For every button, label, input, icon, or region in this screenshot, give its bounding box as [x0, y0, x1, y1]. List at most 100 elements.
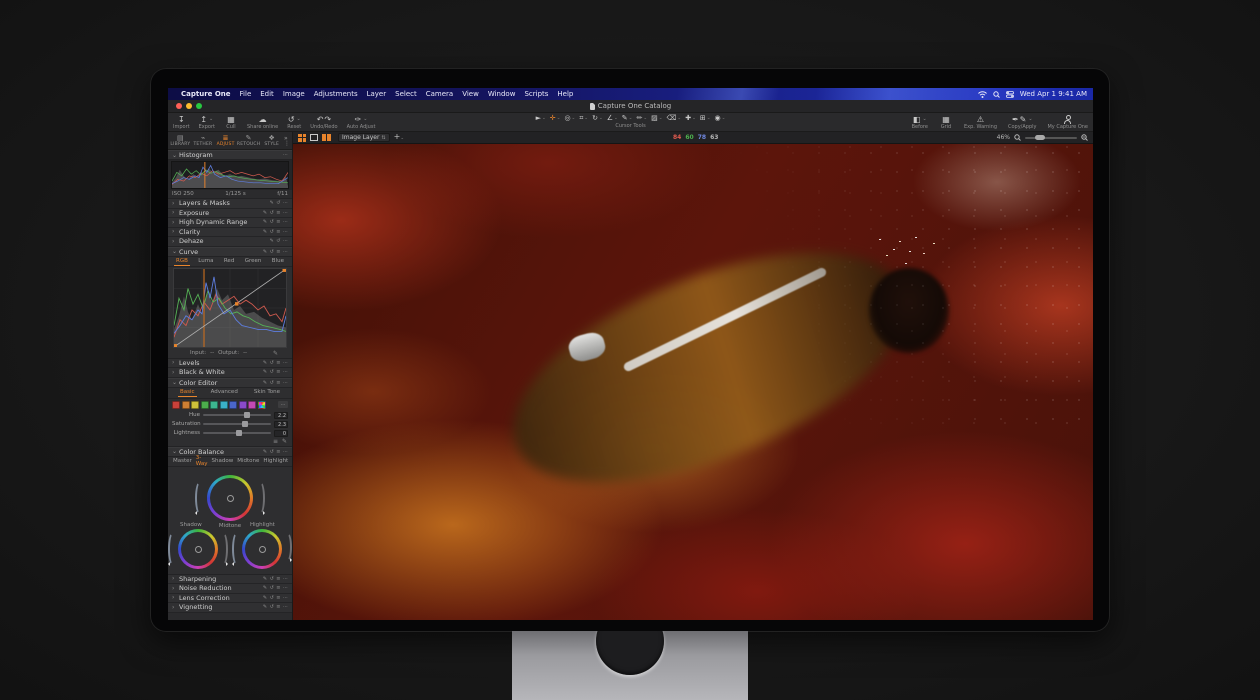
- brush-icon[interactable]: ✎: [263, 360, 267, 366]
- preset-icon[interactable]: ≡: [276, 369, 280, 375]
- pan-tool[interactable]: ✛⌄: [550, 114, 561, 123]
- shadow-color-wheel[interactable]: [178, 529, 218, 569]
- auto-adjust-button[interactable]: ✑⌄ Auto Adjust: [346, 114, 377, 131]
- highlight-lightness-arc[interactable]: [282, 532, 292, 562]
- reset-icon[interactable]: ↺: [276, 200, 280, 206]
- swatch-more-button[interactable]: …: [278, 401, 288, 408]
- brush-icon[interactable]: ✎: [263, 604, 267, 610]
- swatch-cyan[interactable]: [220, 401, 228, 409]
- more-icon[interactable]: ⋯: [283, 380, 288, 386]
- more-icon[interactable]: ⋯: [283, 585, 288, 591]
- reset-icon[interactable]: ↺: [270, 380, 274, 386]
- preset-icon[interactable]: ≡: [276, 449, 280, 455]
- midtone-color-wheel[interactable]: [207, 475, 253, 521]
- rotate-tool[interactable]: ↻⌄: [592, 114, 603, 123]
- curve-tab-red[interactable]: Red: [222, 257, 236, 266]
- export-button[interactable]: ↥⌄ Export: [198, 114, 216, 131]
- panel-color-balance-header[interactable]: ⌄ Color Balance ✎↺≡⋯: [168, 447, 292, 457]
- reset-button[interactable]: ↺⌄ Reset: [286, 114, 302, 131]
- more-icon[interactable]: ⋯: [283, 369, 288, 375]
- panel-clarity[interactable]: › Clarity ✎↺≡⋯: [168, 228, 292, 238]
- preset-icon[interactable]: ≡: [276, 229, 280, 235]
- brush-icon[interactable]: ✎: [263, 585, 267, 591]
- draw-mask-tool[interactable]: ✏⌄: [636, 114, 647, 123]
- menu-edit[interactable]: Edit: [260, 90, 274, 98]
- panel-curve-header[interactable]: ⌄ Curve ✎↺≡⋯: [168, 247, 292, 257]
- preset-icon[interactable]: ≡: [276, 585, 280, 591]
- swatch-purple[interactable]: [239, 401, 247, 409]
- more-icon[interactable]: ⋯: [283, 249, 288, 255]
- panel-vignetting[interactable]: › Vignetting ✎↺≡⋯: [168, 603, 292, 613]
- tab-adjust[interactable]: ≣ADJUST: [214, 132, 237, 149]
- more-icon[interactable]: ⋯: [283, 238, 288, 244]
- more-icon[interactable]: ⋯: [283, 449, 288, 455]
- curve-tab-rgb[interactable]: RGB: [174, 257, 190, 266]
- menu-window[interactable]: Window: [488, 90, 516, 98]
- brush-icon[interactable]: ✎: [263, 369, 267, 375]
- curve-tab-green[interactable]: Green: [243, 257, 264, 266]
- menu-capture-one[interactable]: Capture One: [181, 90, 231, 98]
- brush-icon[interactable]: ✎: [263, 229, 267, 235]
- panel-layers-masks[interactable]: › Layers & Masks ✎↺⋯: [168, 199, 292, 209]
- preset-icon[interactable]: ≡: [276, 360, 280, 366]
- midtone-saturation-arc[interactable]: [195, 481, 205, 515]
- select-tool[interactable]: ►⌄: [536, 114, 546, 123]
- brush-icon[interactable]: ✎: [270, 238, 274, 244]
- grid-button[interactable]: ▦ Grid: [938, 114, 954, 131]
- control-center-icon[interactable]: [1006, 91, 1014, 98]
- hue-value[interactable]: 2.2: [274, 412, 288, 419]
- reset-icon[interactable]: ↺: [270, 229, 274, 235]
- search-icon[interactable]: [993, 91, 1000, 98]
- reset-icon[interactable]: ↺: [270, 360, 274, 366]
- cb-tab-master[interactable]: Master: [171, 457, 194, 466]
- midtone-lightness-arc[interactable]: [255, 481, 265, 515]
- brush-icon[interactable]: ✎: [263, 219, 267, 225]
- close-window-button[interactable]: [176, 103, 182, 109]
- straighten-tool[interactable]: ∠⌄: [607, 114, 618, 123]
- preset-icon[interactable]: ≡: [276, 219, 280, 225]
- my-capture-one-button[interactable]: My Capture One: [1046, 114, 1089, 131]
- swatch-red[interactable]: [172, 401, 180, 409]
- preset-icon[interactable]: ≡: [276, 576, 280, 582]
- menu-select[interactable]: Select: [395, 90, 417, 98]
- menu-file[interactable]: File: [240, 90, 252, 98]
- panel-color-editor-header[interactable]: ⌄ Color Editor ✎↺≡⋯: [168, 378, 292, 388]
- reset-icon[interactable]: ↺: [276, 238, 280, 244]
- shadow-saturation-arc[interactable]: [168, 532, 178, 566]
- curve-graph[interactable]: [168, 267, 292, 349]
- curve-picker-icon[interactable]: ✎: [273, 350, 278, 357]
- reset-icon[interactable]: ↺: [270, 604, 274, 610]
- copy-apply-button[interactable]: ✒✎⌄ Copy/Apply: [1007, 114, 1037, 131]
- panel-sharpening[interactable]: › Sharpening ✎↺≡⋯: [168, 575, 292, 585]
- reset-icon[interactable]: ↺: [270, 249, 274, 255]
- add-layer-button[interactable]: +⌄: [394, 133, 404, 143]
- reset-icon[interactable]: ↺: [270, 219, 274, 225]
- single-view-icon[interactable]: [310, 134, 318, 141]
- reset-icon[interactable]: ↺: [270, 369, 274, 375]
- more-icon[interactable]: ⋯: [283, 604, 288, 610]
- reset-icon[interactable]: ↺: [270, 449, 274, 455]
- clone-tool[interactable]: ⊞⌄: [700, 114, 711, 123]
- reset-icon[interactable]: ↺: [270, 585, 274, 591]
- cull-button[interactable]: ▦ Cull: [223, 114, 239, 131]
- preset-icon[interactable]: ≡: [276, 380, 280, 386]
- lightness-value[interactable]: 0: [274, 430, 288, 437]
- highlight-saturation-arc[interactable]: [232, 532, 242, 566]
- menu-bar-clock[interactable]: Wed Apr 1 9:41 AM: [1020, 90, 1087, 98]
- reset-icon[interactable]: ↺: [270, 595, 274, 601]
- zoom-slider[interactable]: [1025, 137, 1077, 139]
- menu-scripts[interactable]: Scripts: [524, 90, 548, 98]
- panel-black-white[interactable]: › Black & White ✎↺≡⋯: [168, 368, 292, 378]
- minimize-window-button[interactable]: [186, 103, 192, 109]
- erase-mask-tool[interactable]: ⌫⌄: [667, 114, 682, 123]
- wifi-icon[interactable]: [978, 91, 987, 98]
- preset-icon[interactable]: ≡: [276, 249, 280, 255]
- reset-icon[interactable]: ↺: [270, 576, 274, 582]
- share-online-button[interactable]: ☁ Share online: [246, 114, 279, 131]
- lightness-slider[interactable]: [203, 432, 271, 434]
- reset-icon[interactable]: ↺: [270, 210, 274, 216]
- hue-slider[interactable]: [203, 414, 271, 416]
- zoom-window-button[interactable]: [196, 103, 202, 109]
- tab-tether[interactable]: ⌁TETHER: [192, 132, 215, 149]
- list-icon[interactable]: ≡: [273, 438, 278, 445]
